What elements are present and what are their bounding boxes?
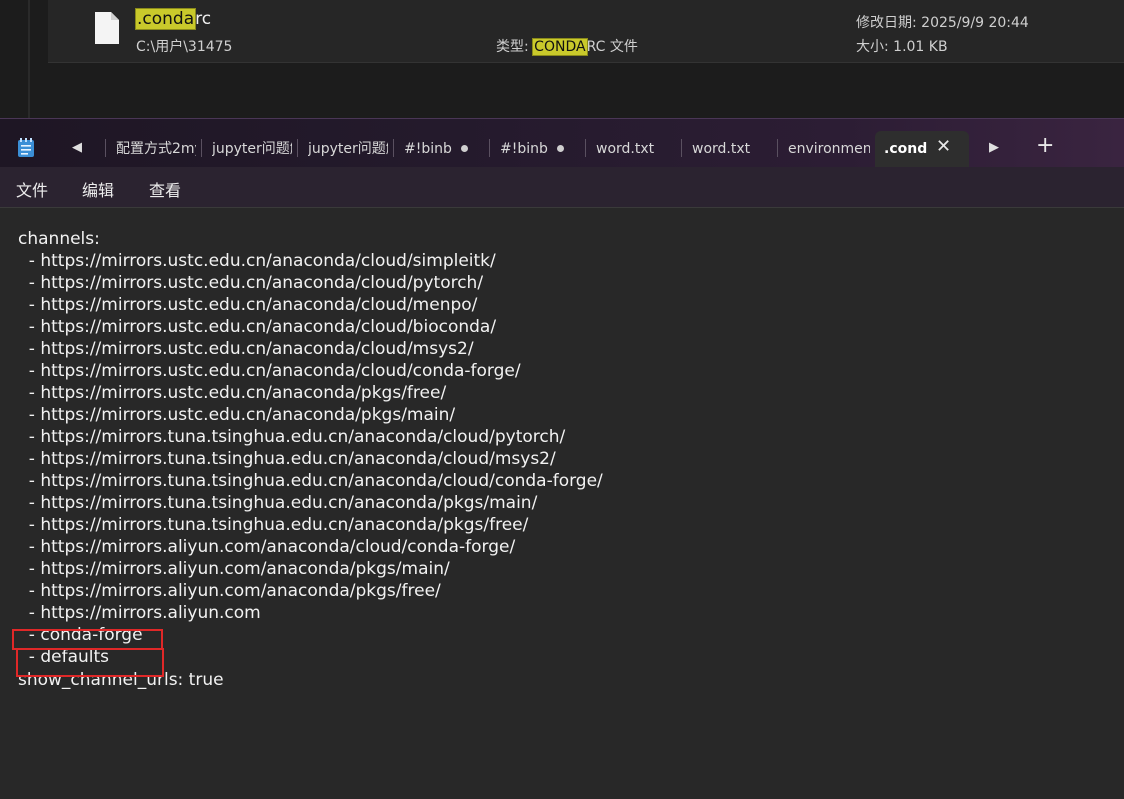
tab-separator [489, 139, 490, 157]
editor-line: - https://mirrors.ustc.edu.cn/anaconda/p… [18, 383, 447, 403]
editor-line: - https://mirrors.ustc.edu.cn/anaconda/p… [18, 405, 456, 425]
file-path: C:\用户\31475 [136, 39, 233, 55]
tab-separator [681, 139, 682, 157]
file-type-rest: RC 文件 [586, 39, 638, 55]
tab-word-1[interactable]: word.txt [596, 131, 666, 167]
notepad-app-icon [18, 138, 34, 157]
tab-config2[interactable]: 配置方式2my [116, 131, 196, 167]
file-type-highlight: CONDA [532, 38, 588, 56]
tab-scroll-left-icon[interactable]: ◀ [67, 139, 87, 157]
editor-line: - https://mirrors.aliyun.com/anaconda/pk… [18, 559, 450, 579]
tab-bar: ◀ 配置方式2my jupyter问题解 jupyter问题解 #!binb #… [0, 119, 1124, 167]
editor-line: - https://mirrors.ustc.edu.cn/anaconda/c… [18, 295, 478, 315]
editor-line: - https://mirrors.ustc.edu.cn/anaconda/c… [18, 361, 521, 381]
file-type: 类型: CONDARC 文件 [496, 36, 638, 56]
editor-line: - https://mirrors.tuna.tsinghua.edu.cn/a… [18, 449, 556, 469]
menu-bar: 文件 编辑 查看 [0, 167, 1124, 208]
editor-line: channels: [18, 229, 100, 249]
tab-scroll-right-icon[interactable]: ▶ [984, 139, 1004, 157]
file-modified-date: 修改日期: 2025/9/9 20:44 [856, 15, 1029, 31]
editor-line: - https://mirrors.tuna.tsinghua.edu.cn/a… [18, 493, 538, 513]
tab-binb-1[interactable]: #!binb [404, 131, 454, 167]
menu-edit[interactable]: 编辑 [82, 177, 114, 201]
editor-line: - https://mirrors.aliyun.com/anaconda/cl… [18, 537, 516, 557]
tab-environment[interactable]: environment [788, 131, 870, 167]
tab-separator [393, 139, 394, 157]
search-result-row[interactable]: .condarc C:\用户\31475 类型: CONDARC 文件 修改日期… [48, 0, 1124, 63]
explorer-results: .condarc C:\用户\31475 类型: CONDARC 文件 修改日期… [0, 0, 1124, 118]
editor-line: - https://mirrors.tuna.tsinghua.edu.cn/a… [18, 471, 603, 491]
file-name-highlight: .conda [134, 8, 197, 30]
editor-line: - https://mirrors.ustc.edu.cn/anaconda/c… [18, 339, 474, 359]
new-tab-icon[interactable]: + [1036, 135, 1054, 157]
unsaved-dot-icon [461, 145, 468, 152]
tab-separator [777, 139, 778, 157]
tab-separator [105, 139, 106, 157]
editor-line: - https://mirrors.ustc.edu.cn/anaconda/c… [18, 251, 496, 271]
tab-binb-2[interactable]: #!binb [500, 131, 550, 167]
file-name: .condarc [134, 8, 212, 30]
editor-line: - https://mirrors.ustc.edu.cn/anaconda/c… [18, 273, 484, 293]
close-tab-icon[interactable]: ✕ [936, 138, 951, 156]
explorer-divider [28, 0, 30, 118]
tab-separator [297, 139, 298, 157]
editor-line: - https://mirrors.aliyun.com/anaconda/pk… [18, 581, 441, 601]
menu-file[interactable]: 文件 [16, 177, 48, 201]
tab-separator [585, 139, 586, 157]
file-icon [95, 12, 119, 44]
tab-separator [201, 139, 202, 157]
tab-jupyter-1[interactable]: jupyter问题解 [212, 131, 292, 167]
tab-word-2[interactable]: word.txt [692, 131, 762, 167]
text-editor[interactable]: channels: - https://mirrors.ustc.edu.cn/… [0, 208, 1124, 799]
annotation-box-defaults [16, 648, 164, 677]
editor-line: - https://mirrors.tuna.tsinghua.edu.cn/a… [18, 427, 566, 447]
notepad-window: ◀ 配置方式2my jupyter问题解 jupyter问题解 #!binb #… [0, 118, 1124, 799]
tab-condarc-active[interactable]: .cond [875, 131, 969, 167]
menu-view[interactable]: 查看 [149, 177, 181, 201]
editor-line: - https://mirrors.aliyun.com [18, 603, 261, 623]
file-size: 大小: 1.01 KB [856, 39, 948, 55]
unsaved-dot-icon [557, 145, 564, 152]
annotation-box-conda-forge [12, 629, 163, 650]
tab-condarc-label: .cond [884, 141, 928, 157]
editor-line: - https://mirrors.ustc.edu.cn/anaconda/c… [18, 317, 497, 337]
file-type-label: 类型: [496, 39, 534, 55]
tab-jupyter-2[interactable]: jupyter问题解 [308, 131, 388, 167]
editor-line: - https://mirrors.tuna.tsinghua.edu.cn/a… [18, 515, 529, 535]
file-name-rest: rc [195, 9, 212, 29]
